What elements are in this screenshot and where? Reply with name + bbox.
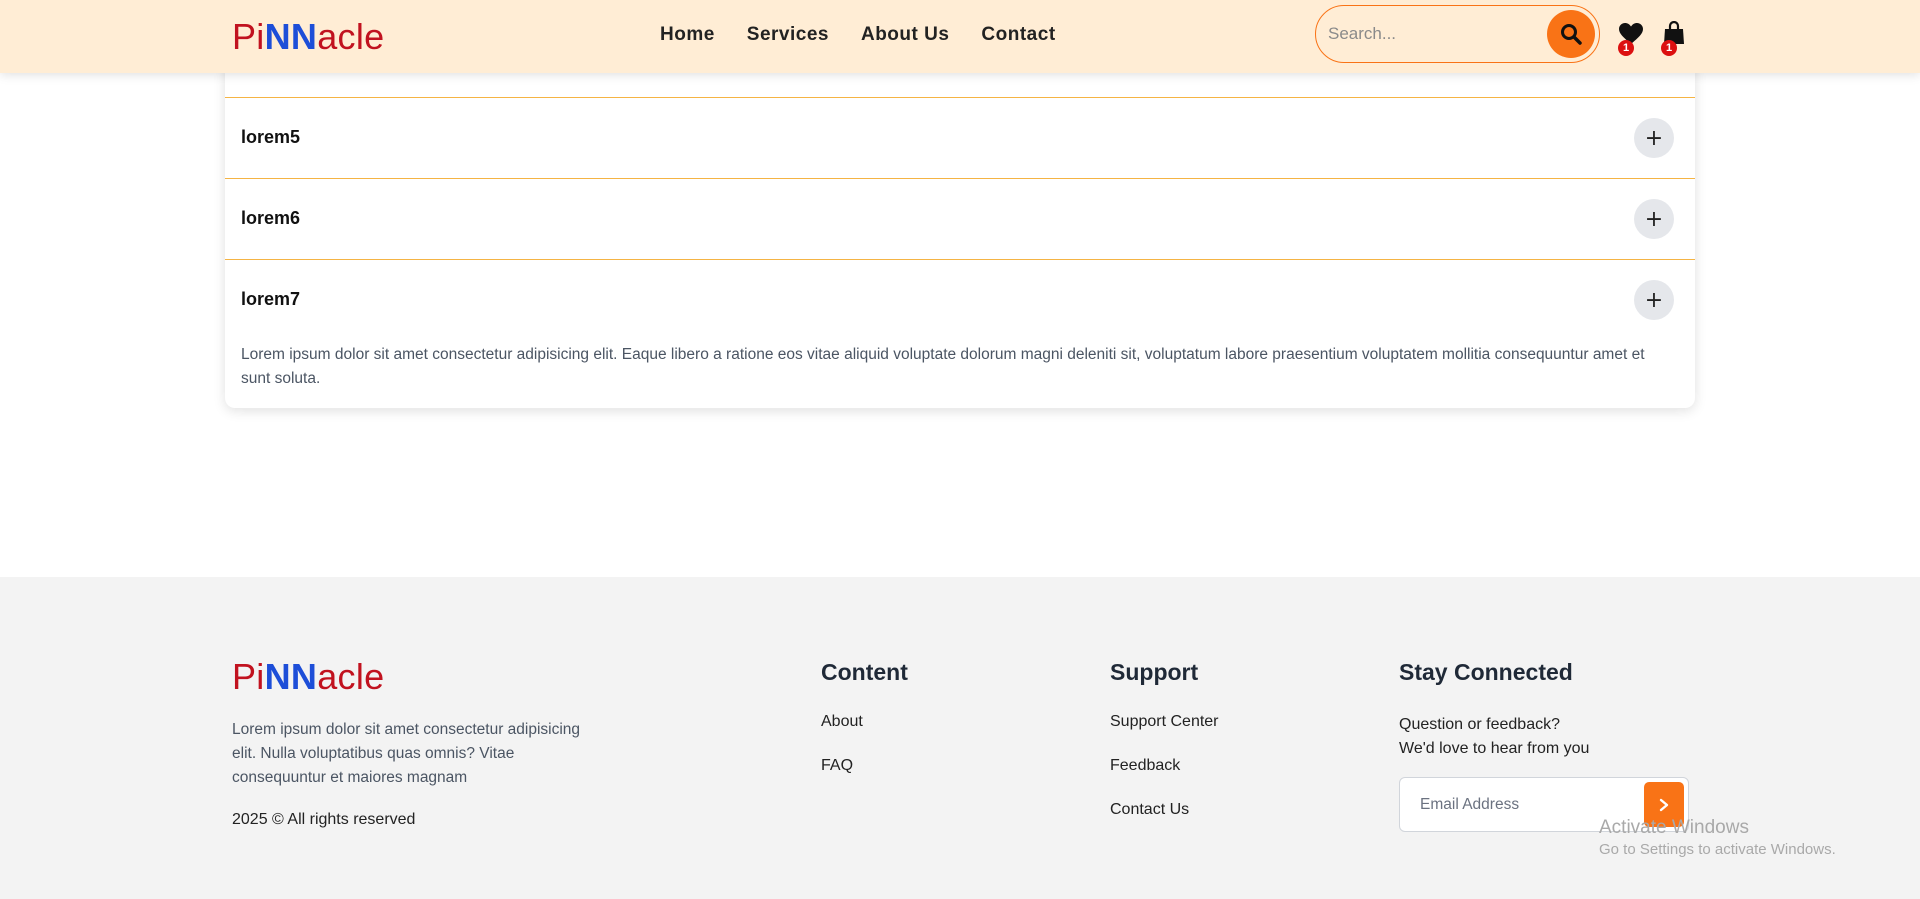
search-input[interactable] — [1328, 20, 1538, 48]
logo-part: acle — [317, 16, 385, 57]
stay-line-1: Question or feedback? — [1399, 716, 1560, 733]
footer-link-support-center[interactable]: Support Center — [1110, 713, 1219, 731]
watermark-subtitle: Go to Settings to activate Windows. — [1599, 841, 1836, 858]
logo[interactable]: PiNNacle — [232, 16, 384, 58]
cart-count-badge: 1 — [1661, 40, 1677, 56]
logo-part: NN — [264, 656, 318, 697]
footer-description: Lorem ipsum dolor sit amet consectetur a… — [232, 721, 581, 786]
logo-part: Pi — [232, 16, 265, 57]
chevron-right-icon — [1659, 798, 1669, 811]
search-bar — [1315, 5, 1600, 63]
watermark-title: Activate Windows — [1599, 817, 1749, 838]
faq-item-lorem5[interactable]: lorem5 + — [225, 98, 1695, 179]
footer-heading: Content — [821, 659, 908, 685]
footer-column-stay-connected: Stay Connected Question or feedback? We'… — [1399, 659, 1589, 757]
faq-question: lorem6 — [241, 208, 301, 228]
search-icon — [1561, 24, 1582, 45]
footer-heading: Support — [1110, 659, 1199, 685]
copyright: 2025 © All rights reserved — [232, 811, 416, 828]
footer-link-contact-us[interactable]: Contact Us — [1110, 801, 1189, 819]
footer-column-support: Support Support Center Feedback Contact … — [1110, 659, 1219, 818]
logo-part: NN — [264, 16, 318, 57]
site-header: PiNNacle Home Services About Us Contact … — [0, 0, 1920, 73]
main-nav: Home Services About Us Contact — [660, 0, 1088, 70]
stay-line-2: We'd love to hear from you — [1399, 740, 1590, 757]
windows-activation-watermark: Activate Windows Go to Settings to activ… — [1599, 817, 1836, 858]
footer-link-faq[interactable]: FAQ — [821, 757, 853, 775]
plus-icon[interactable]: + — [1634, 199, 1674, 239]
footer-logo[interactable]: PiNNacle — [232, 656, 384, 698]
wishlist-count-badge: 1 — [1618, 40, 1634, 56]
faq-item-lorem6[interactable]: lorem6 + — [225, 179, 1695, 260]
plus-icon[interactable]: + — [1634, 280, 1674, 320]
logo-part: acle — [317, 656, 385, 697]
footer-link-about[interactable]: About — [821, 713, 863, 731]
faq-answer: Lorem ipsum dolor sit amet consectetur a… — [241, 346, 1645, 387]
faq-question: lorem5 — [241, 127, 301, 147]
nav-contact[interactable]: Contact — [981, 24, 1055, 46]
search-button[interactable] — [1547, 10, 1595, 58]
cart-button[interactable]: 1 — [1661, 20, 1689, 56]
faq-question: lorem7 — [241, 289, 301, 309]
footer-heading: Stay Connected — [1399, 659, 1573, 685]
stay-connected-text: Question or feedback? We'd love to hear … — [1399, 713, 1659, 761]
nav-services[interactable]: Services — [747, 24, 829, 46]
footer-link-feedback[interactable]: Feedback — [1110, 757, 1180, 775]
faq-item-lorem7[interactable]: lorem7 + Lorem ipsum dolor sit amet cons… — [225, 260, 1695, 420]
logo-part: Pi — [232, 656, 265, 697]
nav-about-us[interactable]: About Us — [861, 24, 949, 46]
wishlist-button[interactable]: 1 — [1618, 22, 1644, 56]
plus-icon[interactable]: + — [1634, 118, 1674, 158]
footer-column-content: Content About FAQ — [821, 659, 908, 774]
email-input[interactable] — [1420, 794, 1620, 816]
nav-home[interactable]: Home — [660, 24, 715, 46]
